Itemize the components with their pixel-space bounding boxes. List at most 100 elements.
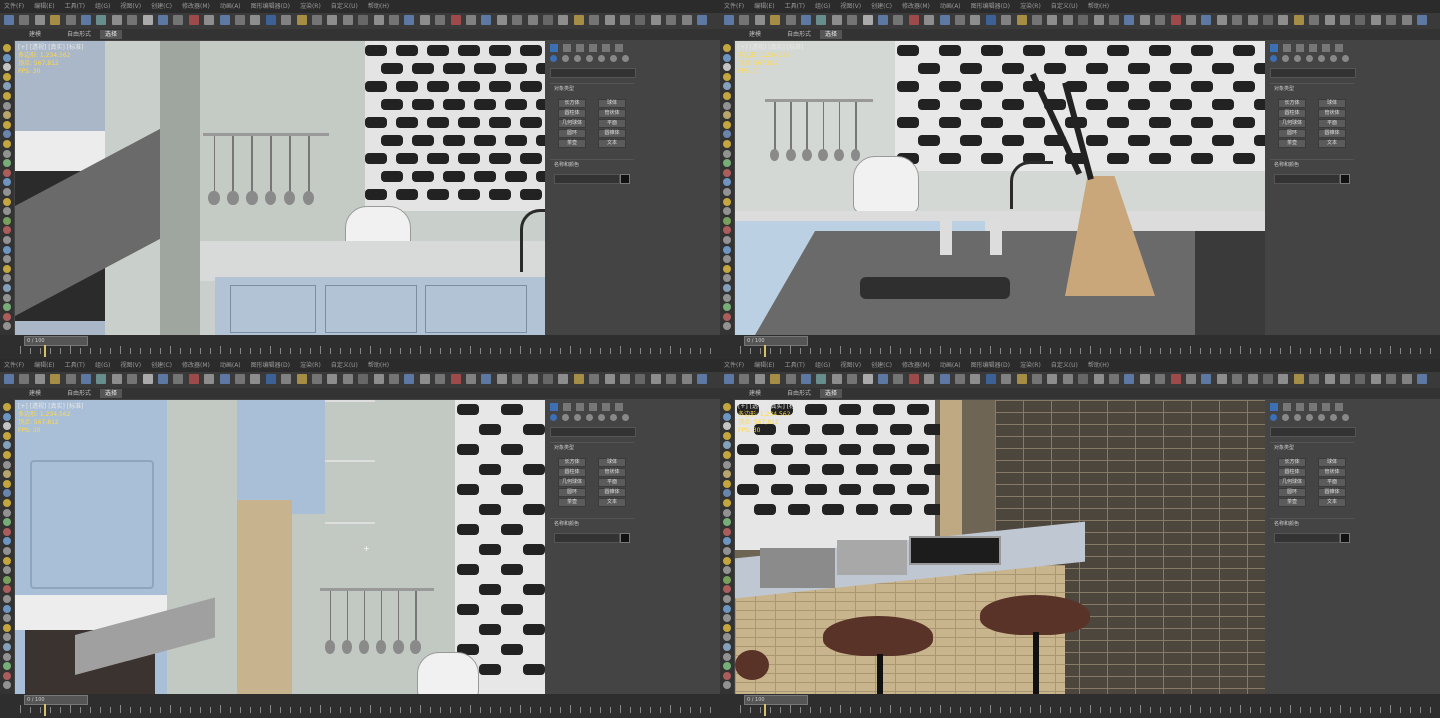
panel-tab-icon[interactable]: [550, 44, 558, 52]
category-icon[interactable]: [586, 55, 593, 62]
scene-explorer-icon[interactable]: [723, 614, 731, 623]
toolbar-tool-icon[interactable]: [527, 15, 538, 25]
menu-item[interactable]: 修改器(M): [182, 0, 210, 13]
scene-explorer-icon[interactable]: [723, 159, 731, 168]
toolbar-tool-icon[interactable]: [1417, 374, 1427, 384]
time-cursor[interactable]: [764, 704, 766, 716]
toolbar-tool-icon[interactable]: [1401, 374, 1412, 384]
toolbar-tool-icon[interactable]: [985, 374, 996, 384]
toolbar-tool-icon[interactable]: [312, 15, 322, 25]
scene-explorer-icon[interactable]: [723, 662, 731, 671]
scene-explorer-icon[interactable]: [3, 451, 11, 459]
category-icon[interactable]: [610, 414, 617, 421]
scene-explorer-icon[interactable]: [3, 101, 11, 110]
toolbar-tool-icon[interactable]: [296, 374, 307, 384]
scene-explorer-icon[interactable]: [3, 63, 11, 72]
scene-explorer-icon[interactable]: [723, 140, 731, 148]
toolbar-tool-icon[interactable]: [1124, 374, 1135, 384]
toolbar-tool-icon[interactable]: [893, 374, 904, 384]
toolbar-tool-icon[interactable]: [1155, 374, 1166, 384]
ribbon-tab[interactable]: 自由形式: [62, 389, 96, 398]
toolbar-tool-icon[interactable]: [1324, 374, 1335, 384]
section-object-type[interactable]: 对象类型: [554, 444, 574, 451]
scene-explorer-icon[interactable]: [3, 422, 11, 431]
toolbar-tool-icon[interactable]: [1201, 374, 1212, 384]
toolbar-tool-icon[interactable]: [466, 374, 476, 384]
scene-explorer-icon[interactable]: [723, 255, 731, 264]
primitive-button[interactable]: 几何球体: [1278, 478, 1306, 487]
toolbar-tool-icon[interactable]: [204, 374, 215, 384]
scene-explorer-icon[interactable]: [3, 470, 11, 479]
toolbar-tool-icon[interactable]: [65, 15, 76, 25]
scene-explorer-icon[interactable]: [723, 63, 731, 72]
toolbar-tool-icon[interactable]: [558, 15, 569, 25]
toolbar-tool-icon[interactable]: [96, 374, 107, 384]
menu-item[interactable]: 文件(F): [724, 359, 744, 372]
toolbar-tool-icon[interactable]: [754, 15, 765, 25]
perspective-viewport[interactable]: [+] [透视] [真实] [标准] 多边形: 1,234,562 顶点: 567,…: [735, 400, 1265, 694]
toolbar-tool-icon[interactable]: [4, 15, 14, 25]
scene-explorer-icon[interactable]: [3, 499, 11, 507]
category-icon[interactable]: [574, 55, 581, 62]
toolbar-tool-icon[interactable]: [1109, 15, 1119, 25]
scene-explorer-icon[interactable]: [723, 422, 731, 431]
primitive-button[interactable]: 几何球体: [558, 119, 586, 128]
category-icon[interactable]: [1330, 414, 1337, 421]
toolbar-tool-icon[interactable]: [296, 15, 307, 25]
object-name-input[interactable]: [1274, 533, 1340, 543]
scene-explorer-icon[interactable]: [3, 159, 11, 168]
category-icon[interactable]: [1342, 55, 1349, 62]
toolbar-tool-icon[interactable]: [1001, 374, 1012, 384]
toolbar-tool-icon[interactable]: [908, 15, 919, 25]
toolbar-tool-icon[interactable]: [1062, 374, 1073, 384]
menu-item[interactable]: 动画(A): [940, 359, 961, 372]
panel-tab-icon[interactable]: [576, 44, 584, 52]
menu-item[interactable]: 创建(C): [151, 0, 172, 13]
toolbar-tool-icon[interactable]: [604, 15, 615, 25]
menu-item[interactable]: 帮助(H): [368, 0, 389, 13]
toolbar-tool-icon[interactable]: [862, 15, 873, 25]
menu-item[interactable]: 组(G): [815, 359, 830, 372]
menu-item[interactable]: 创建(C): [871, 0, 892, 13]
scene-explorer-icon[interactable]: [723, 44, 731, 52]
primitive-dropdown[interactable]: [550, 68, 636, 78]
menu-item[interactable]: 图形编辑器(D): [251, 0, 290, 13]
menu-item[interactable]: 工具(T): [785, 0, 805, 13]
toolbar-tool-icon[interactable]: [739, 374, 750, 384]
ribbon-tab[interactable]: 自由形式: [62, 30, 96, 39]
panel-tab-icon[interactable]: [1309, 403, 1317, 411]
toolbar-tool-icon[interactable]: [924, 15, 935, 25]
primitive-button[interactable]: 圆柱体: [558, 468, 586, 477]
toolbar-tool-icon[interactable]: [1216, 374, 1227, 384]
primitive-button[interactable]: 长方体: [1278, 99, 1306, 108]
toolbar-tool-icon[interactable]: [188, 15, 199, 25]
category-icon[interactable]: [574, 414, 581, 421]
ribbon-tab[interactable]: 选择: [820, 30, 843, 39]
griddle-appliance[interactable]: [837, 540, 907, 575]
toolbar-tool-icon[interactable]: [1216, 15, 1227, 25]
bar-stool-seat[interactable]: [823, 616, 933, 656]
toolbar-tool-icon[interactable]: [604, 374, 615, 384]
toolbar-tool-icon[interactable]: [481, 374, 492, 384]
toolbar-tool-icon[interactable]: [1186, 15, 1196, 25]
toolbar-tool-icon[interactable]: [801, 15, 811, 25]
toolbar-tool-icon[interactable]: [158, 15, 168, 25]
ribbon-tab[interactable]: 建模: [744, 389, 766, 398]
menu-item[interactable]: 视图(V): [120, 0, 141, 13]
perspective-viewport[interactable]: + [+] [透视] [真实] [标准] 多边形: 1,234,562 顶点: 567…: [15, 400, 545, 694]
primitive-button[interactable]: 平面: [1318, 119, 1346, 128]
panel-tab-icon[interactable]: [602, 44, 610, 52]
category-icon[interactable]: [1318, 414, 1325, 421]
primitive-button[interactable]: 长方体: [558, 458, 586, 467]
scene-explorer-icon[interactable]: [3, 312, 11, 321]
primitive-button[interactable]: 茶壶: [558, 139, 586, 148]
toolbar-tool-icon[interactable]: [34, 374, 45, 384]
toolbar-tool-icon[interactable]: [785, 15, 796, 25]
toolbar-tool-icon[interactable]: [281, 15, 292, 25]
menu-item[interactable]: 动画(A): [940, 0, 961, 13]
category-icon[interactable]: [550, 414, 557, 421]
category-icon[interactable]: [622, 55, 629, 62]
category-icon[interactable]: [1342, 414, 1349, 421]
menu-item[interactable]: 动画(A): [220, 0, 241, 13]
toolbar-tool-icon[interactable]: [878, 374, 888, 384]
